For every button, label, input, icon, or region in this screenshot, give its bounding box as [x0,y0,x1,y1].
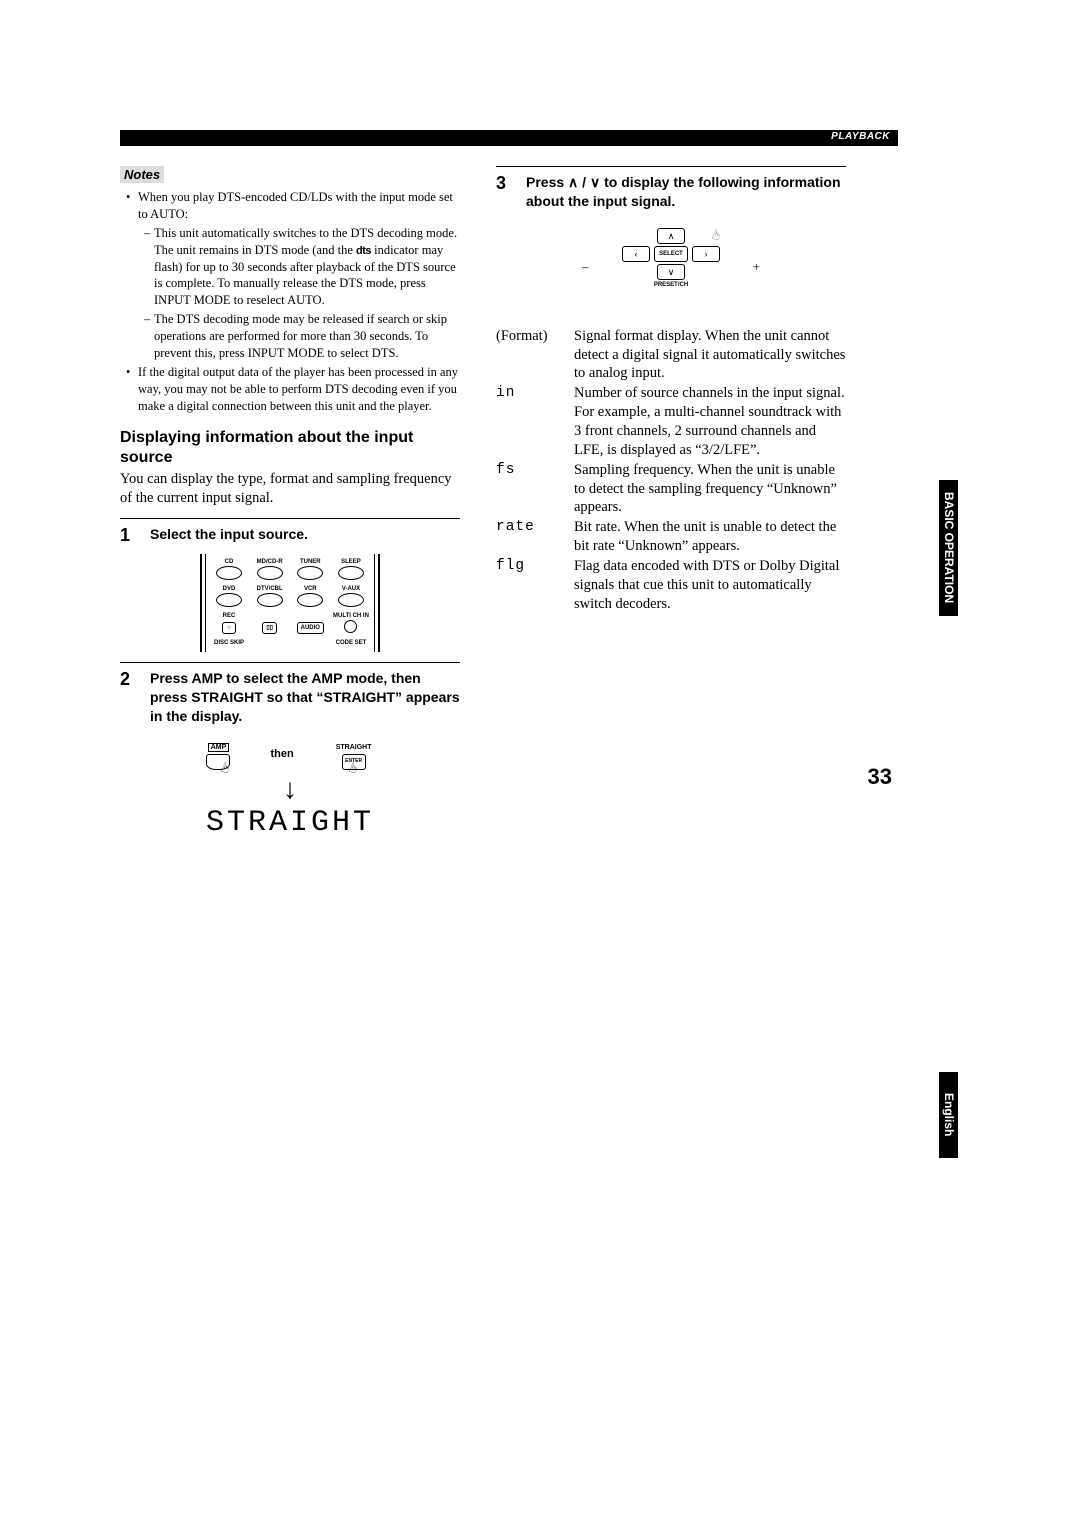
step-text: Press ∧ / ∨ to display the following inf… [526,173,846,211]
amp-key-label: AMP [208,743,230,752]
remote-key-vcr [297,593,323,607]
dpad-select-key: SELECT [654,246,688,262]
straight-key-label: STRAIGHT [334,744,374,751]
info-val-fs: Sampling frequency. When the unit is una… [574,461,846,518]
divider [496,166,846,167]
remote-illustration: CD MD/CD-R TUNER SLEEP DVD DTV/CBL VCR V… [200,554,380,652]
remote-key-tuner [297,566,323,580]
section-body: You can display the type, format and sam… [120,470,460,508]
info-key-format: (Format) [496,327,574,384]
info-key-rate: rate [496,518,574,556]
info-key-fs: fs [496,461,574,518]
side-tab-basic-operation: BASIC OPERATION [939,480,958,616]
down-arrow-icon: ↓ [120,776,460,804]
dpad-down-key: ∨ [657,264,685,280]
display-readout: STRAIGHT [120,806,460,840]
remote-key-label: VCR [291,586,329,592]
remote-key-dvd [216,593,242,607]
step-text: Select the input source. [150,525,460,546]
note-item: If the digital output data of the player… [130,364,460,415]
dpad-minus-label: – [582,259,589,275]
remote-key-dtvcbl [257,593,283,607]
divider [120,662,460,663]
amp-then-straight-illustration: AMP ☟ then STRAIGHT ENTER ☟ [120,738,460,770]
header-section-label: PLAYBACK [831,131,890,142]
remote-key-label: V-AUX [332,586,370,592]
note-text: If the digital output data of the player… [138,365,458,413]
remote-key-label [251,613,289,619]
remote-key-pause: ▯▯ [262,622,277,634]
remote-key-sublabel: DISC SKIP [210,640,248,646]
then-label: then [270,748,293,760]
dpad-illustration: – + ☟ ∧ ‹ SELECT › ∨ PRESET/CH [596,221,746,311]
remote-key-sleep [338,566,364,580]
remote-key-label: DVD [210,586,248,592]
signal-info-table: (Format) Signal format display. When the… [496,327,846,614]
remote-key-sublabel: CODE SET [332,640,370,646]
side-tab-english: English [939,1072,958,1158]
remote-key-audio: AUDIO [297,622,324,634]
dpad-plus-label: + [753,259,760,275]
remote-key-label: DTV/CBL [251,586,289,592]
step-number: 2 [120,669,136,726]
note-item: When you play DTS-encoded CD/LDs with th… [130,189,460,362]
notes-list: When you play DTS-encoded CD/LDs with th… [120,189,460,414]
info-key-in: in [496,384,574,459]
header-bar: PLAYBACK [120,130,898,146]
page-number: 33 [868,764,892,790]
notes-title: Notes [120,166,164,183]
note-sub-text-b: The DTS decoding mode may be released if… [154,312,447,360]
note-sub-item: The DTS decoding mode may be released if… [144,311,460,362]
remote-key-mdcdr [257,566,283,580]
dpad-right-key: › [692,246,720,262]
dpad-bottom-label: PRESET/CH [616,282,726,288]
note-text: When you play DTS-encoded CD/LDs with th… [138,190,453,221]
remote-key-label: TUNER [291,559,329,565]
straight-key-icon: STRAIGHT ENTER ☟ [334,738,374,770]
info-val-in: Number of source channels in the input s… [574,384,846,459]
step-text: Press AMP to select the AMP mode, then p… [150,669,460,726]
remote-key-rec: ○ [222,622,237,634]
dpad-left-key: ‹ [622,246,650,262]
divider [120,518,460,519]
note-sub-item: This unit automatically switches to the … [144,225,460,309]
section-heading: Displaying information about the input s… [120,428,460,468]
step-number: 1 [120,525,136,546]
step-number: 3 [496,173,512,211]
remote-key-label: MD/CD-R [251,559,289,565]
info-val-flg: Flag data encoded with DTS or Dolby Digi… [574,557,846,614]
remote-key-cd [216,566,242,580]
dts-logo: dts [356,245,371,257]
amp-key-icon: AMP ☟ [206,738,230,770]
remote-key-label [291,613,329,619]
remote-key-label: CD [210,559,248,565]
info-val-rate: Bit rate. When the unit is unable to det… [574,518,846,556]
remote-key-label: MULTI CH IN [332,613,370,619]
remote-key-label: SLEEP [332,559,370,565]
info-val-format: Signal format display. When the unit can… [574,327,846,384]
dpad-up-key: ∧ [657,228,685,244]
remote-key-label: REC [210,613,248,619]
info-key-flg: flg [496,557,574,614]
remote-key-vaux [338,593,364,607]
remote-key-multichin [344,620,357,633]
